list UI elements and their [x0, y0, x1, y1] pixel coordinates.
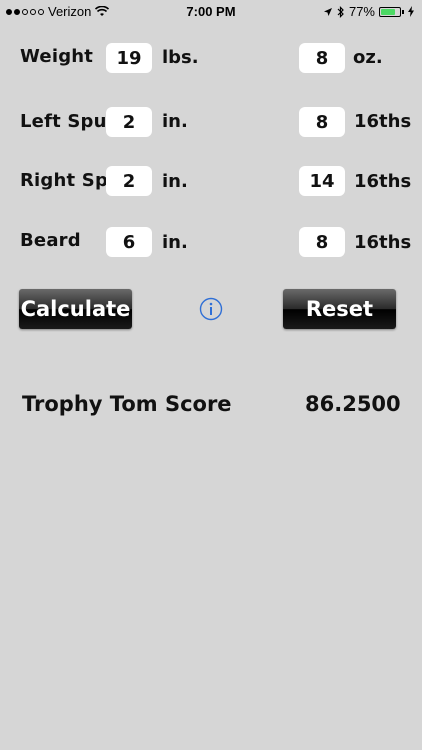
beard-in-unit: in. [162, 232, 188, 253]
weight-oz-input[interactable]: 8 [299, 43, 345, 73]
beard-16ths-input[interactable]: 8 [299, 227, 345, 257]
weight-lbs-input[interactable]: 19 [106, 43, 152, 73]
score-label: Trophy Tom Score [22, 392, 232, 416]
beard-label: Beard [20, 230, 81, 251]
left-spur-16ths-input[interactable]: 8 [299, 107, 345, 137]
weight-lbs-unit: lbs. [162, 47, 199, 68]
bluetooth-icon [337, 5, 344, 18]
right-spur-in-input[interactable]: 2 [106, 166, 152, 196]
battery-icon [379, 6, 401, 17]
weight-label: Weight [20, 46, 94, 67]
battery-fill [381, 8, 395, 15]
beard-16ths-unit: 16ths [354, 232, 412, 253]
left-spur-16ths-unit: 16ths [354, 111, 412, 132]
charging-bolt-icon [408, 6, 414, 17]
battery-cap [402, 9, 404, 14]
status-bar: Verizon 7:00 PM 77% [0, 0, 422, 24]
score-value: 86.2500 [305, 392, 401, 416]
right-spur-in-unit: in. [162, 171, 188, 192]
reset-button[interactable]: Reset [283, 289, 396, 329]
status-right: 77% [323, 4, 414, 19]
left-spur-label: Left Spur [20, 111, 116, 132]
calculate-button[interactable]: Calculate [19, 289, 132, 329]
left-spur-in-unit: in. [162, 111, 188, 132]
left-spur-in-input[interactable]: 2 [106, 107, 152, 137]
info-icon[interactable] [199, 297, 223, 321]
beard-in-input[interactable]: 6 [106, 227, 152, 257]
location-arrow-icon [323, 7, 332, 16]
battery-percent: 77% [348, 4, 375, 19]
weight-oz-unit: oz. [353, 47, 383, 68]
right-spur-16ths-unit: 16ths [354, 171, 412, 192]
right-spur-16ths-input[interactable]: 14 [299, 166, 345, 196]
